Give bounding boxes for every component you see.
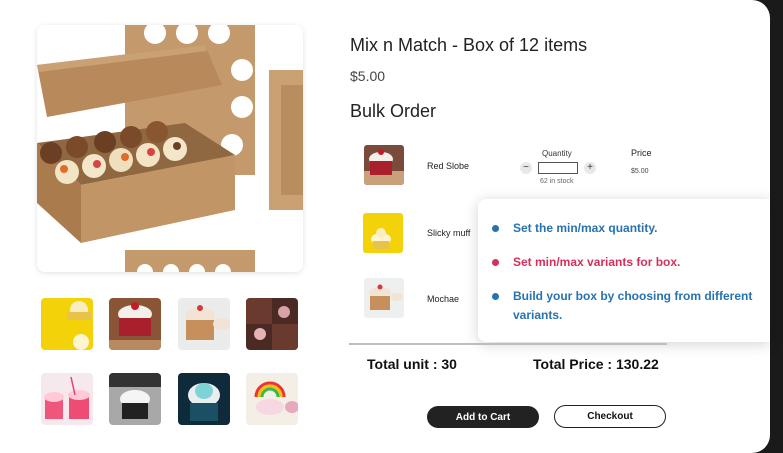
product-title: Mix n Match - Box of 12 items — [350, 35, 588, 55]
stock-label: 62 in stock — [540, 178, 574, 185]
item-name: Mochae — [427, 294, 460, 304]
checkout-button[interactable]: Checkout — [554, 405, 666, 428]
total-unit: Total unit : 30 — [367, 356, 457, 372]
feature-tip: Set min/max variants for box. — [492, 253, 753, 272]
thumbnail-4[interactable] — [246, 298, 298, 350]
item-image-slicky-muff — [363, 213, 403, 253]
product-price: $5.00 — [350, 68, 386, 84]
quantity-input[interactable] — [538, 162, 578, 174]
feature-tip: Build your box by choosing from differen… — [492, 287, 758, 325]
tip-text: Build your box by choosing from differen… — [513, 289, 753, 322]
item-name: Slicky muff — [427, 228, 471, 238]
item-name: Red Slobe — [427, 161, 470, 171]
tip-text: Set min/max variants for box. — [513, 255, 681, 269]
price-column-header: Price — [631, 148, 652, 158]
cupcake-box-illustration — [37, 25, 303, 272]
item-price: $5.00 — [631, 168, 649, 175]
decrement-button[interactable]: − — [520, 162, 532, 174]
thumbnail-1[interactable] — [41, 298, 93, 350]
features-tooltip: Set the min/max quantity. Set min/max va… — [478, 199, 770, 342]
bulk-order-heading: Bulk Order — [350, 101, 437, 121]
tip-text: Set the min/max quantity. — [513, 221, 658, 235]
quantity-column-header: Quantity — [542, 149, 572, 158]
add-to-cart-button[interactable]: Add to Cart — [427, 406, 539, 428]
product-main-image[interactable] — [37, 25, 303, 272]
item-image-mochae — [364, 278, 404, 318]
totals-divider — [349, 343, 667, 345]
item-image-red-slobe — [364, 145, 404, 185]
bullet-icon — [492, 293, 499, 300]
bullet-icon — [492, 259, 499, 266]
thumbnail-6[interactable] — [109, 373, 161, 425]
thumbnail-8[interactable] — [246, 373, 298, 425]
thumbnail-7[interactable] — [178, 373, 230, 425]
feature-tip: Set the min/max quantity. — [492, 219, 753, 238]
quantity-stepper: − + — [520, 162, 596, 174]
thumbnail-2[interactable] — [109, 298, 161, 350]
product-card: Mix n Match - Box of 12 items $5.00 Bulk… — [0, 0, 770, 453]
thumbnail-3[interactable] — [178, 298, 230, 350]
total-price: Total Price : 130.22 — [533, 356, 659, 372]
bullet-icon — [492, 225, 499, 232]
thumbnail-5[interactable] — [41, 373, 93, 425]
increment-button[interactable]: + — [584, 162, 596, 174]
